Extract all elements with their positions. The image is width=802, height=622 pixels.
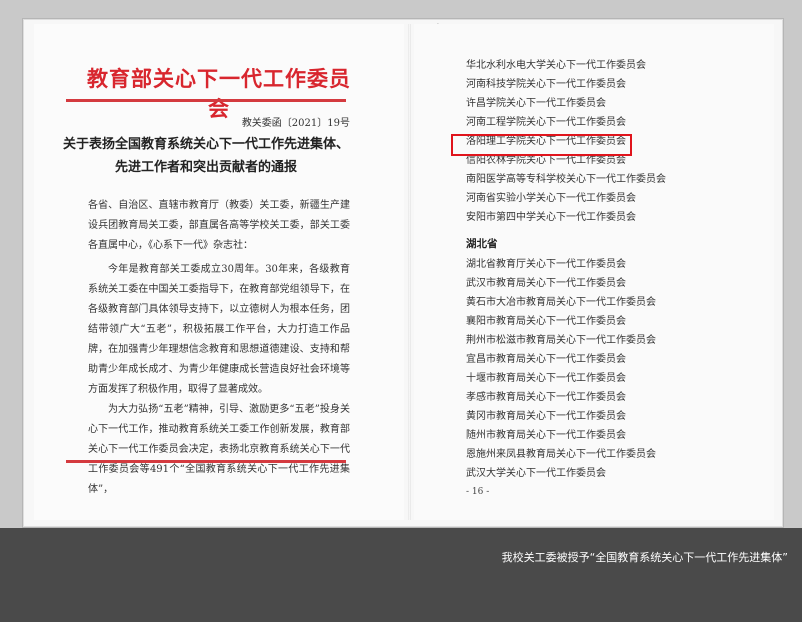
header-rule <box>66 99 346 102</box>
organization-item: 武汉市教育局关心下一代工作委员会 <box>466 278 626 289</box>
document-number: 教关委函〔2021〕19号 <box>241 118 350 129</box>
title-line-2: 先进工作者和突出贡献者的通报 <box>114 160 297 175</box>
organization-item: 随州市教育局关心下一代工作委员会 <box>466 430 626 441</box>
title-line-1: 关于表扬全国教育系统关心下一代工作先进集体、 <box>62 137 349 152</box>
recipients-paragraph: 各省、自治区、直辖市教育厅（教委）关工委，新疆生产建设兵团教育局关工委，部直属各… <box>88 200 350 251</box>
organization-item: 荆州市松滋市教育局关心下一代工作委员会 <box>466 335 656 346</box>
body-paragraph-2: 为大力弘扬“五老”精神，引导、激励更多“五老”投身关心下一代工作，推动教育系统关… <box>88 404 350 495</box>
document-title: 关于表扬全国教育系统关心下一代工作先进集体、 先进工作者和突出贡献者的通报 <box>60 133 352 179</box>
body-paragraph-1: 今年是教育部关工委成立30周年。30年来，各级教育系统关工委在中国关工委指导下，… <box>88 264 350 395</box>
organization-item: 黄冈市教育局关心下一代工作委员会 <box>466 411 626 422</box>
page-number: - 16 - <box>466 487 490 497</box>
hubei-organizations: 湖北省教育厅关心下一代工作委员会 武汉市教育局关心下一代工作委员会黄石市大冶市教育… <box>466 255 726 483</box>
organization-item: 河南工程学院关心下一代工作委员会 <box>466 117 626 128</box>
organization-item: 孝感市教育局关心下一代工作委员会 <box>466 392 626 403</box>
highlight-box <box>451 134 632 156</box>
commended-organizations-list: 华北水利水电大学关心下一代工作委员会 河南科技学院关心下一代工作委员会 许昌学院关心… <box>466 56 726 483</box>
organization-item: 河南科技学院关心下一代工作委员会 <box>466 79 626 90</box>
organization-item: 十堰市教育局关心下一代工作委员会 <box>466 373 626 384</box>
organization-item: 南阳医学高等专科学校关心下一代工作委员会 <box>466 174 666 185</box>
document-body: 各省、自治区、直辖市教育厅（教委）关工委，新疆生产建设兵团教育局关工委，部直属各… <box>88 196 350 500</box>
organization-item: 襄阳市教育局关心下一代工作委员会 <box>466 316 626 327</box>
footer-rule <box>66 460 346 463</box>
organization-item: 宜昌市教育局关心下一代工作委员会 <box>466 354 626 365</box>
province-heading-hubei: 湖北省 <box>466 238 498 250</box>
organization-item: 许昌学院关心下一代工作委员会 <box>466 98 606 109</box>
photo-caption: 我校关工委被授予“全国教育系统关心下一代工作先进集体” <box>501 551 788 564</box>
organization-item: 湖北省教育厅关心下一代工作委员会 <box>466 259 626 270</box>
organization-item: 安阳市第四中学关心下一代工作委员会 <box>466 212 636 223</box>
organization-item: 黄石市大冶市教育局关心下一代工作委员会 <box>466 297 656 308</box>
scan-mark: · <box>437 21 439 28</box>
organization-item: 华北水利水电大学关心下一代工作委员会 <box>466 60 646 71</box>
photo-frame: · 教育部关心下一代工作委员会 教关委函〔2021〕19号 关于表扬全国教育系统… <box>0 0 802 528</box>
organization-item: 武汉大学关心下一代工作委员会 <box>466 468 606 479</box>
organization-item: 河南省实验小学关心下一代工作委员会 <box>466 193 636 204</box>
page-spine <box>408 24 411 520</box>
organization-item: 恩施州来凤县教育局关心下一代工作委员会 <box>466 449 656 460</box>
